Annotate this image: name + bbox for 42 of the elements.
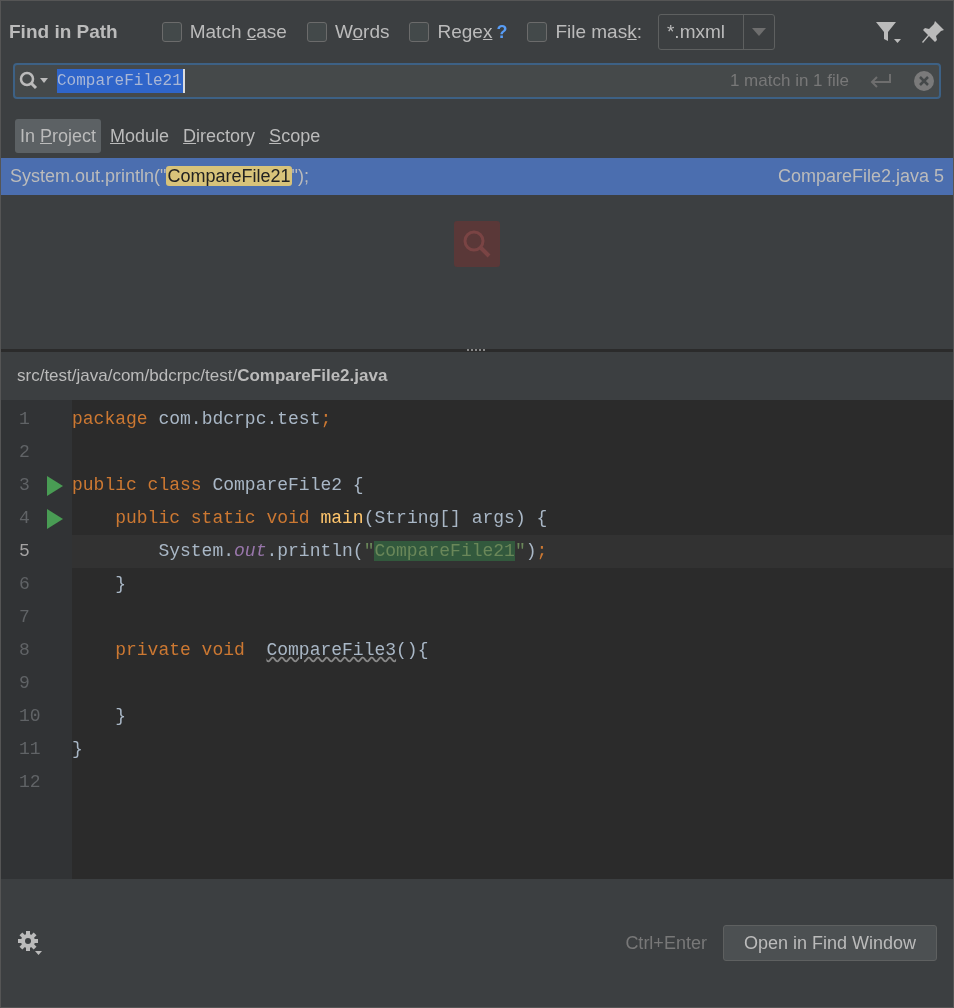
clear-icon[interactable] [913,70,935,92]
result-location: CompareFile2.java 5 [777,165,944,188]
help-link[interactable]: ? [496,18,508,46]
code-line: } [114,573,126,596]
run-icon[interactable] [47,508,63,529]
scope-tab[interactable]: Directory [178,119,261,153]
filter-icon[interactable] [875,19,901,45]
checkbox[interactable] [409,22,430,42]
code-line: private void CompareFile3(){ [114,639,429,662]
dialog-title: Find in Path [9,19,118,44]
splitter-handle-icon[interactable] [467,349,487,352]
option-label: Regex [437,19,493,44]
search-query: CompareFile21 [57,69,185,93]
option-label: Match case [189,19,287,44]
file-mask-combo[interactable]: *.mxml [657,14,775,50]
scope-tab[interactable]: In Project [15,119,102,153]
option-label: File mask: [555,19,642,44]
scope-tab[interactable]: Module [105,119,175,153]
code-line: System.out.println("CompareFile21"); [157,540,548,563]
settings-icon[interactable] [17,930,43,956]
scope-tab[interactable]: Scope [264,119,326,153]
code-line: public class CompareFile2 { [72,474,364,497]
checkbox[interactable] [306,22,327,42]
code-line: public static void main(String[] args) { [114,507,548,530]
code-line: } [72,738,83,761]
option-label: Words [334,19,390,44]
search-icon[interactable] [19,70,49,92]
result-text: System.out.println("CompareFile21"); [10,165,309,188]
dropdown-arrow-icon [751,28,766,36]
checkbox[interactable] [161,22,182,42]
line-number: 5 [18,540,31,563]
open-in-find-window-button[interactable]: Open in Find Window [722,925,937,961]
checkbox[interactable] [527,22,548,42]
file-mask-value: *.mxml [665,19,727,44]
run-icon[interactable] [47,475,63,496]
search-icon [454,221,500,267]
result-row[interactable]: System.out.println("CompareFile21"); CompareFile2.java 5 [1,158,953,195]
pin-icon[interactable] [921,20,945,44]
code-line: } [114,705,126,728]
shortcut-hint: Ctrl+Enter [625,931,707,955]
file-path: src/test/java/com/bdcrpc/test/CompareFile2.java [17,365,388,388]
code-line: package com.bdcrpc.test; [72,408,332,431]
